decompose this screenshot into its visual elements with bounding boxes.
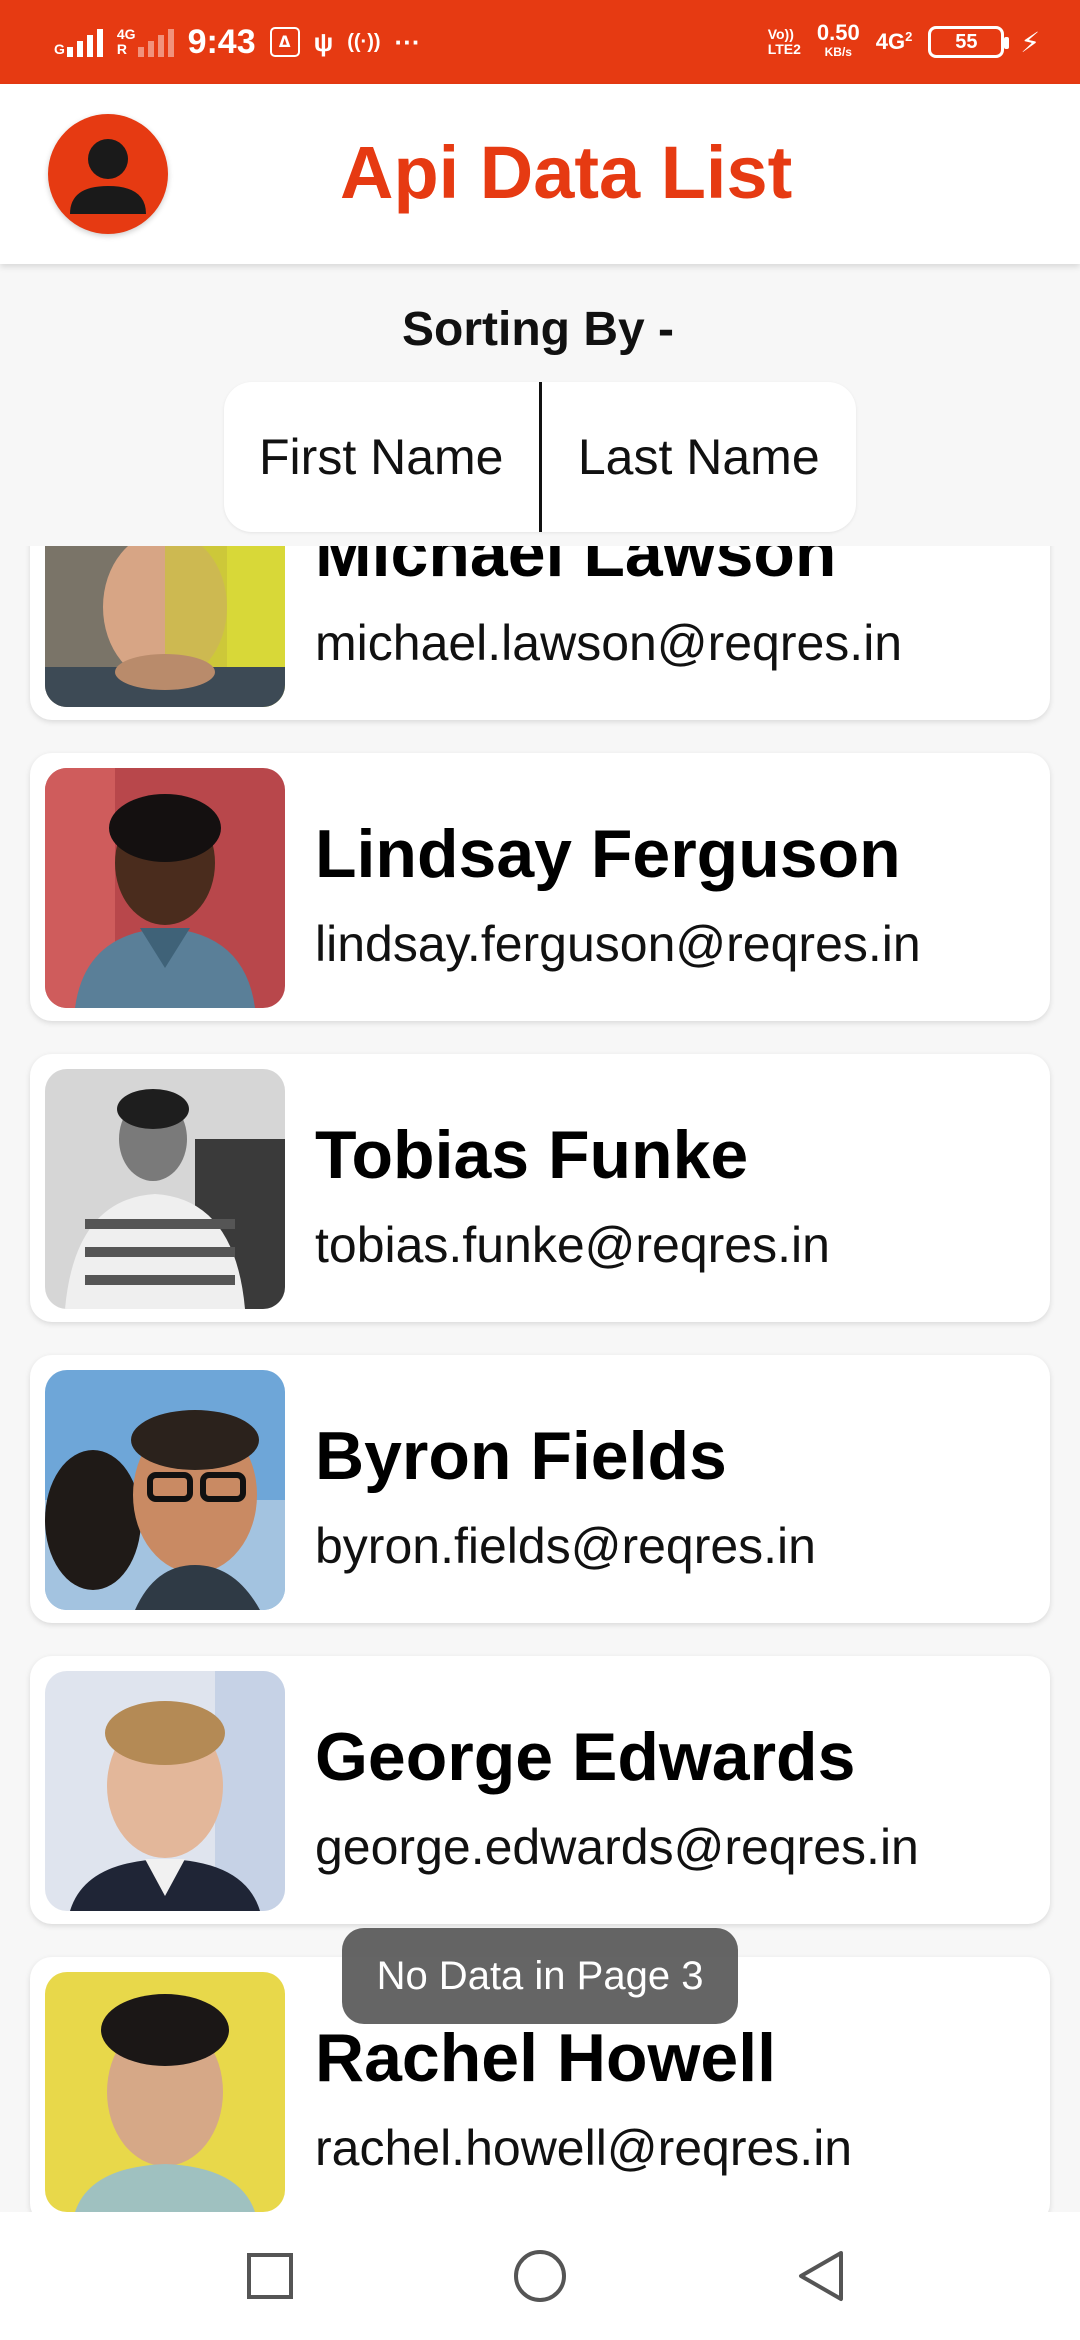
toast-message: No Data in Page 3	[342, 1928, 738, 2024]
user-photo	[45, 1370, 285, 1610]
clock: 9:43	[187, 22, 256, 61]
user-card[interactable]: George Edwards george.edwards@reqres.in	[30, 1656, 1050, 1924]
user-card[interactable]: Tobias Funke tobias.funke@reqres.in	[30, 1054, 1050, 1322]
network-speed: 0.50 KB/s	[817, 21, 860, 60]
sim-index-label: 2	[905, 29, 913, 44]
hotspot-icon: ((·))	[347, 30, 381, 53]
user-email: rachel.howell@reqres.in	[315, 2120, 853, 2176]
network-type-label: 4G	[875, 29, 906, 54]
signal-2: 4G R	[117, 27, 174, 57]
signal-1: G	[54, 27, 103, 57]
back-button[interactable]	[792, 2246, 852, 2306]
triangle-back-icon	[799, 2251, 843, 2301]
notification-app-icon: ᐃ	[269, 27, 300, 57]
status-bar: G 4G R 9:43 ᐃ ψ ((·)) ··· Vo)) LTE2 0.50…	[0, 0, 1080, 84]
network-4g: 4G 2	[876, 29, 913, 55]
user-name: Byron Fields	[315, 1418, 727, 1494]
user-email: michael.lawson@reqres.in	[315, 615, 903, 671]
sort-last-name-button[interactable]: Last Name	[542, 382, 857, 532]
battery-level: 55	[955, 30, 978, 53]
user-card[interactable]: Michael Lawson michael.lawson@reqres.in	[30, 546, 1050, 720]
home-button[interactable]	[510, 2246, 570, 2306]
circle-icon	[514, 2250, 566, 2302]
user-email: lindsay.ferguson@reqres.in	[315, 916, 921, 972]
sort-first-name-button[interactable]: First Name	[224, 382, 539, 532]
user-email: tobias.funke@reqres.in	[315, 1217, 830, 1273]
sorting-label: Sorting By -	[402, 303, 674, 356]
user-photo	[45, 546, 285, 707]
user-name: George Edwards	[315, 1719, 856, 1795]
system-nav-bar	[0, 2212, 1080, 2340]
battery-icon: 55	[928, 26, 1010, 58]
user-email: george.edwards@reqres.in	[315, 1819, 919, 1875]
user-card[interactable]: Lindsay Ferguson lindsay.ferguson@reqres…	[30, 753, 1050, 1021]
lte-label: LTE2	[767, 41, 801, 57]
signal-bars-icon	[66, 27, 103, 57]
network-type-label: 4G	[116, 26, 136, 42]
user-photo	[45, 1671, 285, 1911]
status-right: Vo)) LTE2 0.50 KB/s 4G 2 55 ⚡	[768, 18, 1040, 66]
person-icon	[70, 139, 146, 214]
volte-label: Vo))	[767, 26, 794, 42]
page-title: Api Data List	[340, 131, 793, 214]
square-icon	[247, 2253, 293, 2299]
speed-unit: KB/s	[824, 44, 852, 59]
network-type-label: G	[54, 41, 65, 57]
user-photo	[45, 768, 285, 1008]
user-photo	[45, 1069, 285, 1309]
user-card[interactable]: Byron Fields byron.fields@reqres.in	[30, 1355, 1050, 1623]
user-photo	[45, 1972, 285, 2212]
status-left: G 4G R 9:43 ᐃ ψ ((·)) ···	[54, 18, 421, 66]
signal-bars-icon	[137, 27, 174, 57]
charging-icon: ⚡	[1020, 26, 1040, 58]
user-name: Rachel Howell	[315, 2020, 777, 2096]
user-email: byron.fields@reqres.in	[315, 1518, 816, 1574]
speed-value: 0.50	[816, 19, 860, 45]
usb-icon: ψ	[313, 26, 334, 57]
user-name: Tobias Funke	[315, 1117, 749, 1193]
user-name: Lindsay Ferguson	[315, 816, 901, 892]
profile-avatar-button[interactable]	[48, 114, 168, 234]
more-notifications-icon: ···	[394, 26, 421, 57]
user-name: Michael Lawson	[315, 546, 837, 591]
roaming-label: R	[116, 41, 128, 57]
app-bar: Api Data List	[0, 84, 1080, 264]
sort-segmented-control: First Name Last Name	[224, 382, 856, 532]
recents-button[interactable]	[240, 2246, 300, 2306]
volte-indicator: Vo)) LTE2	[768, 27, 801, 57]
